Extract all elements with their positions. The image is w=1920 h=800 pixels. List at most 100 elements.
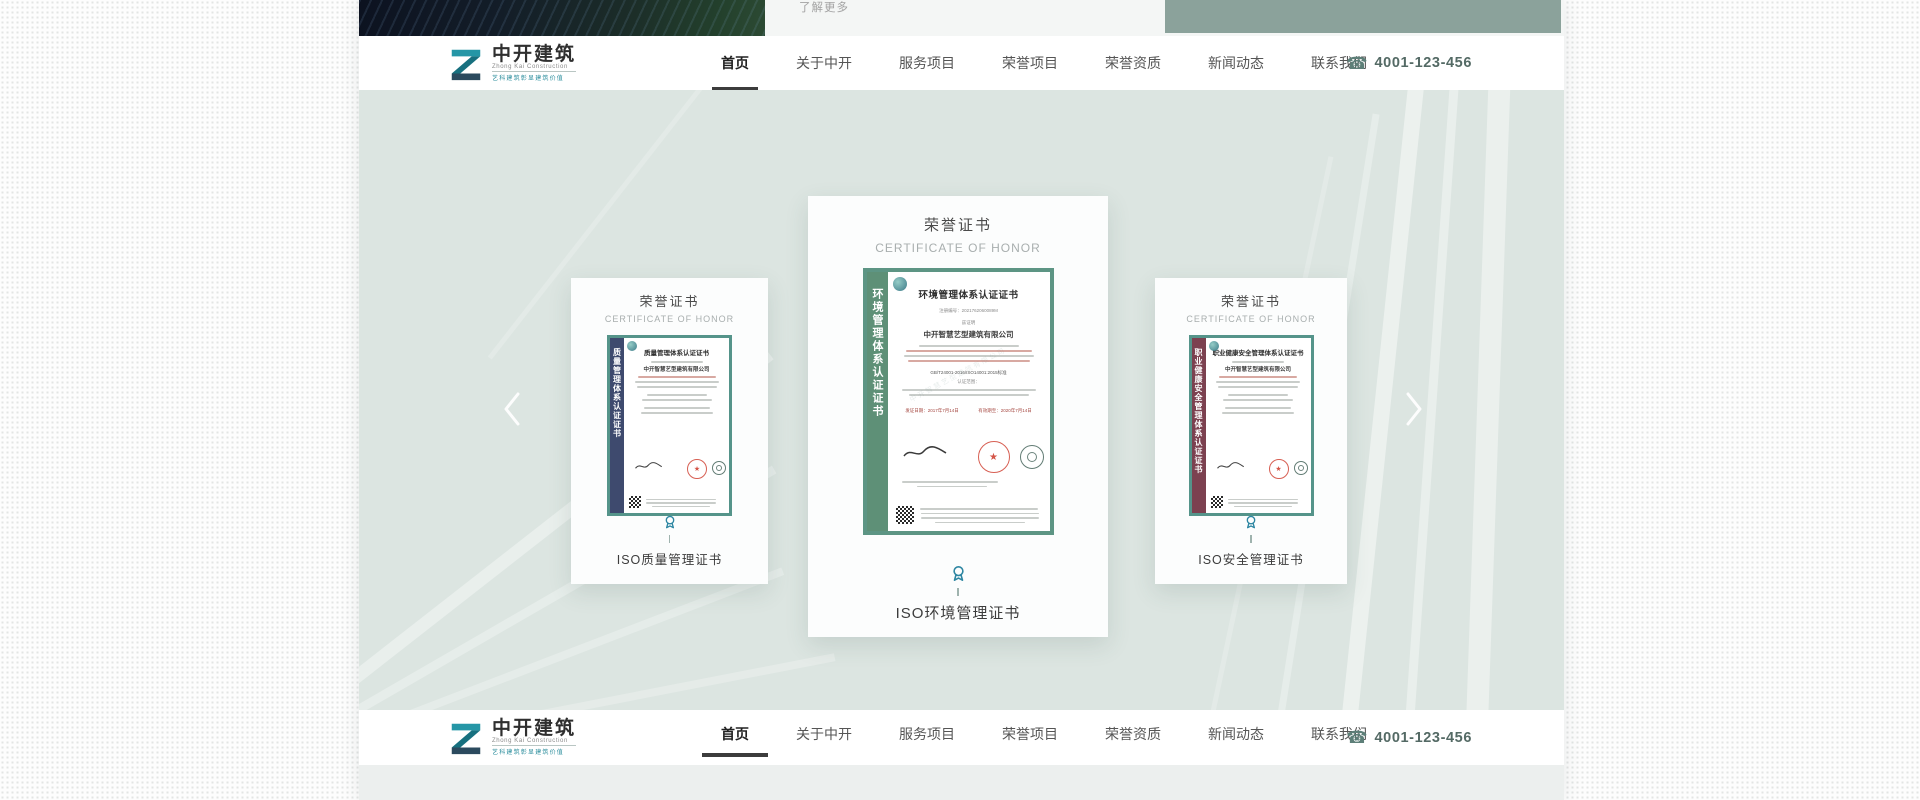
footer-brand-logo[interactable]: 中开建筑 Zhong Kai Construction 艺科建筑彰显建筑价值 bbox=[447, 717, 577, 756]
telephone-icon: ☎ bbox=[1346, 728, 1368, 747]
brand-name-cn: 中开建筑 bbox=[492, 43, 577, 65]
certificate-dates: 发证日期：2017年7月14日 有效期至：2020年7月14日 bbox=[888, 408, 1050, 414]
footer: 中开建筑 Zhong Kai Construction 艺科建筑彰显建筑价值 首… bbox=[359, 710, 1564, 765]
signature bbox=[902, 446, 946, 457]
qr-code bbox=[629, 496, 641, 508]
card-heading-cn: 荣誉证书 bbox=[1220, 294, 1281, 309]
certificate-image-environment: 环境管理体系认证证书 中开智慧艺型建筑有限公司 环境管理体系认证证书 注册编号：… bbox=[862, 268, 1054, 535]
logo-text-block: 中开建筑 Zhong Kai Construction 艺科建筑彰显建筑价值 bbox=[492, 717, 577, 756]
certificate-card-quality[interactable]: 荣誉证书 CERTIFICATE OF HONOR 质量管理体系认证证书 质量管… bbox=[571, 278, 768, 584]
medal-icon bbox=[1246, 515, 1256, 529]
caption-dash bbox=[1250, 535, 1252, 543]
brand-name-en: Zhong Kai Construction bbox=[492, 64, 577, 72]
caption-dash bbox=[957, 588, 959, 596]
certificate-title: 职业健康安全管理体系认证证书 bbox=[1212, 350, 1304, 357]
card-caption-block: ISO环境管理证书 bbox=[808, 564, 1108, 623]
learn-more-link[interactable]: 了解更多 bbox=[799, 0, 849, 16]
footer-nav-item-home[interactable]: 首页 bbox=[702, 710, 768, 757]
card-heading-cn: 荣誉证书 bbox=[639, 294, 700, 309]
certificate-title: 质量管理体系认证证书 bbox=[644, 350, 709, 357]
certificate-valid-until: 有效期至：2020年7月14日 bbox=[978, 408, 1032, 413]
certificate-carousel-section: 荣誉证书 CERTIFICATE OF HONOR 质量管理体系认证证书 质量管… bbox=[359, 90, 1564, 710]
brand-logo[interactable]: 中开建筑 Zhong Kai Construction 艺科建筑彰显建筑价值 bbox=[447, 43, 577, 82]
band-vertical-text: 环境管理体系认证证书 bbox=[871, 288, 883, 418]
signature bbox=[1216, 462, 1244, 469]
nav-item-home[interactable]: 首页 bbox=[712, 36, 758, 90]
nav-item-about[interactable]: 关于中开 bbox=[796, 36, 852, 90]
medal-icon bbox=[665, 515, 674, 529]
decor-streak bbox=[1464, 90, 1512, 710]
certifier-logo-icon bbox=[627, 341, 637, 351]
page-content: 了解更多 中开建筑 Zhong Kai Construction 艺科建筑彰显建… bbox=[359, 0, 1564, 800]
decor-green-block bbox=[1165, 0, 1561, 33]
footer-nav-item-honor-qualifications[interactable]: 荣誉资质 bbox=[1105, 710, 1161, 757]
certificate-company: 中开智慧艺型建筑有限公司 bbox=[1224, 367, 1291, 374]
nav-item-services[interactable]: 服务项目 bbox=[899, 36, 955, 90]
nav-item-honor-qualifications[interactable]: 荣誉资质 bbox=[1105, 36, 1161, 90]
header: 中开建筑 Zhong Kai Construction 艺科建筑彰显建筑价值 首… bbox=[359, 36, 1564, 90]
certificate-image-safety: 职业健康安全管理体系认证证书 职业健康安全管理体系认证证书 中开智慧艺型建筑有限… bbox=[1188, 335, 1314, 516]
band-vertical-text: 质量管理体系认证证书 bbox=[612, 348, 622, 438]
brand-tagline: 艺科建筑彰显建筑价值 bbox=[492, 750, 565, 756]
certificate-body: 职业健康安全管理体系认证证书 中开智慧艺型建筑有限公司 ★ bbox=[1205, 338, 1311, 513]
footer-nav: 首页 关于中开 服务项目 荣誉项目 荣誉资质 新闻动态 联系我们 bbox=[702, 710, 1367, 765]
red-seal: ★ bbox=[1268, 459, 1289, 479]
card-heading-cn: 荣誉证书 bbox=[923, 217, 992, 234]
band-vertical-text: 职业健康安全管理体系认证证书 bbox=[1194, 348, 1203, 474]
main-nav: 首页 关于中开 服务项目 荣誉项目 荣誉资质 新闻动态 联系我们 bbox=[712, 36, 1367, 90]
brand-name-cn: 中开建筑 bbox=[492, 717, 577, 739]
certificate-body: 质量管理体系认证证书 中开智慧艺型建筑有限公司 ★ bbox=[624, 338, 729, 513]
nav-item-news[interactable]: 新闻动态 bbox=[1208, 36, 1264, 90]
card-caption: ISO质量管理证书 bbox=[616, 553, 723, 567]
carousel-prev-button[interactable] bbox=[499, 390, 525, 428]
dark-seal bbox=[1293, 461, 1308, 475]
qr-code bbox=[895, 506, 914, 524]
logo-z-icon bbox=[451, 49, 481, 81]
certificate-side-band: 职业健康安全管理体系认证证书 bbox=[1191, 338, 1206, 513]
footer-nav-item-news[interactable]: 新闻动态 bbox=[1208, 710, 1264, 757]
next-section-strip bbox=[359, 765, 1564, 800]
footer-nav-item-about[interactable]: 关于中开 bbox=[796, 710, 852, 757]
dark-seal bbox=[712, 461, 726, 475]
certificate-side-band: 质量管理体系认证证书 bbox=[610, 338, 624, 513]
certificate-title: 环境管理体系认证证书 bbox=[918, 290, 1019, 301]
carousel-next-button[interactable] bbox=[1401, 390, 1427, 428]
card-heading-en: CERTIFICATE OF HONOR bbox=[1186, 314, 1316, 324]
certificate-company: 中开智慧艺型建筑有限公司 bbox=[643, 367, 710, 374]
footer-nav-item-services[interactable]: 服务项目 bbox=[899, 710, 955, 757]
chevron-right-icon bbox=[1406, 392, 1422, 426]
card-heading-en: CERTIFICATE OF HONOR bbox=[604, 314, 735, 324]
card-heading-en: CERTIFICATE OF HONOR bbox=[875, 241, 1041, 255]
medal-icon bbox=[952, 565, 964, 581]
dark-seal bbox=[1019, 445, 1044, 469]
card-caption: ISO安全管理证书 bbox=[1198, 553, 1304, 567]
chevron-left-icon bbox=[504, 392, 520, 426]
certificate-reg-no: 注册编号：2021762060089M bbox=[939, 308, 998, 313]
certifier-logo-icon bbox=[1208, 341, 1219, 351]
certificate-issue-date: 发证日期：2017年7月14日 bbox=[905, 408, 959, 413]
certificate-attest: 兹证明 bbox=[961, 320, 976, 325]
telephone-icon: ☎ bbox=[1346, 53, 1368, 73]
card-caption-block: ISO安全管理证书 bbox=[1155, 514, 1347, 568]
red-seal: ★ bbox=[687, 459, 707, 479]
footer-nav-item-honor-projects[interactable]: 荣誉项目 bbox=[1002, 710, 1058, 757]
red-seal: ★ bbox=[977, 441, 1010, 473]
top-strip: 了解更多 bbox=[359, 0, 1564, 36]
building-render-image bbox=[359, 0, 765, 36]
logo-z-icon bbox=[451, 723, 481, 755]
certificate-company: 中开智慧艺型建筑有限公司 bbox=[923, 330, 1014, 339]
certifier-logo-icon bbox=[892, 277, 907, 291]
brand-name-en: Zhong Kai Construction bbox=[492, 738, 577, 746]
signature bbox=[635, 462, 663, 469]
certificate-image-quality: 质量管理体系认证证书 质量管理体系认证证书 中开智慧艺型建筑有限公司 ★ bbox=[607, 335, 732, 516]
logo-text-block: 中开建筑 Zhong Kai Construction 艺科建筑彰显建筑价值 bbox=[492, 43, 577, 82]
footer-phone[interactable]: ☎ 4001-123-456 bbox=[1346, 710, 1472, 765]
certificate-card-safety[interactable]: 荣誉证书 CERTIFICATE OF HONOR 职业健康安全管理体系认证证书… bbox=[1155, 278, 1347, 584]
phone-number: 4001-123-456 bbox=[1374, 55, 1472, 71]
header-phone[interactable]: ☎ 4001-123-456 bbox=[1346, 36, 1472, 90]
card-caption-block: ISO质量管理证书 bbox=[571, 514, 768, 568]
certificate-card-environment[interactable]: 荣誉证书 CERTIFICATE OF HONOR 环境管理体系认证证书 中开智… bbox=[808, 196, 1108, 637]
nav-item-honor-projects[interactable]: 荣誉项目 bbox=[1002, 36, 1058, 90]
brand-tagline: 艺科建筑彰显建筑价值 bbox=[492, 76, 565, 82]
certificate-scope-label: 认证范围： bbox=[957, 379, 980, 384]
